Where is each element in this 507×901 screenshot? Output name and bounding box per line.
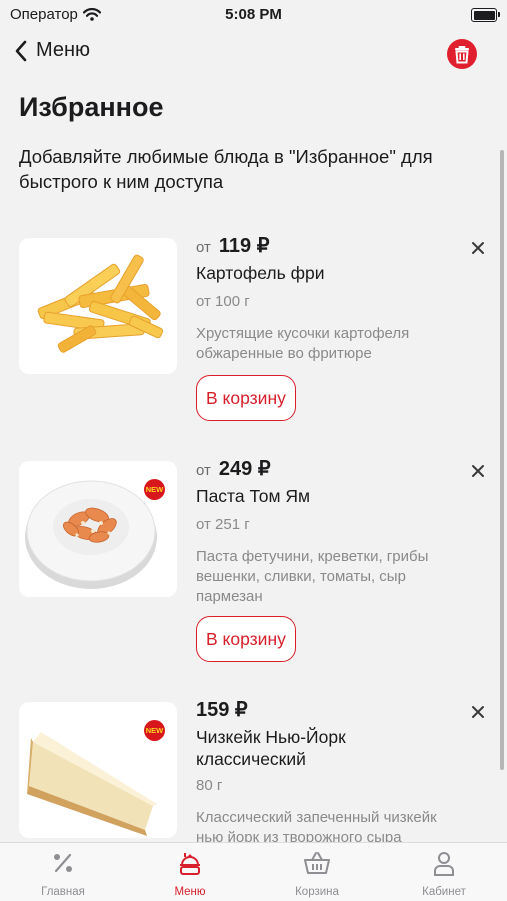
item-name: Чизкейк Нью-Йорк классический [196, 727, 346, 769]
remove-favorite-close-icon[interactable] [471, 705, 485, 719]
profile-icon [434, 852, 454, 876]
item-image-pasta[interactable]: NEW [19, 461, 177, 597]
remove-favorite-close-icon[interactable] [471, 241, 485, 255]
percent-icon [54, 853, 72, 873]
tab-label: Кабинет [422, 886, 466, 898]
tab-menu[interactable]: Меню [127, 843, 253, 901]
item-price: 159 ₽ [196, 697, 248, 722]
item-description: Хрустящие кусочки картофеля обжаренные в… [196, 325, 410, 362]
basket-icon [304, 852, 330, 874]
page-subtitle: Добавляйте любимые блюда в "Избранное" д… [19, 146, 433, 192]
battery-level [473, 10, 495, 20]
back-button[interactable]: Меню [14, 39, 90, 62]
price-value: 249 ₽ [218, 458, 271, 480]
item-image-cheesecake[interactable]: NEW [19, 702, 177, 838]
add-to-cart-button[interactable]: В корзину [196, 616, 296, 662]
item-weight: от 251 г [196, 516, 250, 533]
item-weight: 80 г [196, 777, 223, 794]
new-badge: NEW [144, 720, 165, 741]
tab-label: Главная [41, 886, 85, 898]
status-bar: Оператор 5:08 PM [0, 0, 507, 30]
item-weight: от 100 г [196, 293, 250, 310]
scrollbar[interactable] [500, 150, 504, 770]
item-price: от 249 ₽ [196, 456, 271, 481]
tab-label: Корзина [295, 886, 339, 898]
clock: 5:08 PM [225, 6, 282, 23]
fries-picture [37, 254, 164, 353]
battery-icon [471, 8, 500, 22]
price-prefix: от [196, 239, 211, 256]
item-image-fries[interactable] [19, 238, 177, 374]
menu-icon [180, 853, 200, 875]
price-prefix: от [196, 462, 211, 479]
remove-favorite-close-icon[interactable] [471, 464, 485, 478]
item-description: Паста фетучини, креветки, грибы вешенки,… [196, 548, 429, 605]
price-value: 159 ₽ [196, 699, 248, 721]
trash-icon [455, 46, 469, 64]
item-price: от 119 ₽ [196, 233, 269, 258]
new-badge: NEW [144, 479, 165, 500]
tab-profile[interactable]: Кабинет [381, 843, 507, 901]
add-to-cart-button[interactable]: В корзину [196, 375, 296, 421]
price-value: 119 ₽ [218, 235, 270, 257]
clear-favorites-button[interactable] [447, 39, 477, 69]
item-name: Паста Том Ям [196, 486, 311, 506]
back-button-label: Меню [36, 39, 91, 61]
chevron-left-icon [15, 40, 27, 61]
tab-home[interactable]: Главная [0, 843, 126, 901]
item-name: Картофель фри [196, 263, 325, 283]
tab-bar: Главная Меню Корзина Кабинет [0, 842, 507, 901]
nav-bar: Меню [0, 32, 507, 76]
tab-label: Меню [174, 886, 206, 898]
tab-cart[interactable]: Корзина [254, 843, 380, 901]
page-title: Избранное [19, 92, 164, 122]
